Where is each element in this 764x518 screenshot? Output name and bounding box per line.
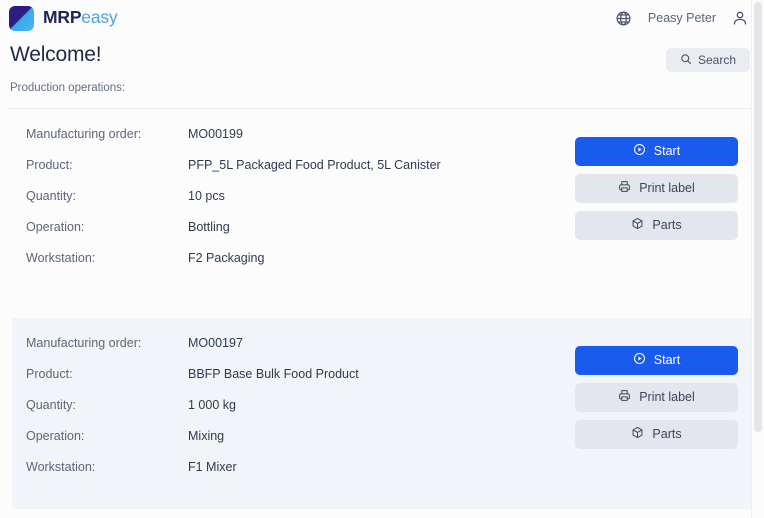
page-title: Welcome!	[10, 43, 102, 66]
operations-list: Manufacturing order: MO00199 Product: PF…	[0, 109, 764, 509]
play-circle-icon	[633, 352, 646, 368]
print-label-button[interactable]: Print label	[575, 382, 738, 412]
welcome-row: Welcome! Search	[0, 36, 764, 72]
search-icon	[680, 53, 692, 68]
operation-actions: Start Print label Parts	[575, 127, 738, 240]
field-quantity: Quantity: 1 000 kg	[26, 398, 575, 429]
field-workstation: Workstation: F1 Mixer	[26, 460, 575, 491]
field-value: 1 000 kg	[188, 397, 236, 412]
field-manufacturing-order: Manufacturing order: MO00197	[26, 336, 575, 367]
mrpeasy-logo-icon	[9, 5, 34, 31]
scrollbar-thumb[interactable]	[754, 2, 762, 432]
start-button[interactable]: Start	[575, 136, 738, 166]
print-label-button-label: Print label	[639, 181, 695, 195]
operation-fields: Manufacturing order: MO00199 Product: PF…	[12, 127, 575, 282]
brand-wordmark: MRPeasy	[43, 7, 118, 28]
page-scrollbar[interactable]	[751, 0, 764, 518]
field-value: Bottling	[188, 219, 230, 234]
field-product: Product: BBFP Base Bulk Food Product	[26, 367, 575, 398]
field-label: Workstation:	[26, 459, 96, 474]
cube-icon	[631, 426, 644, 442]
parts-button-label: Parts	[652, 427, 682, 441]
field-value: 10 pcs	[188, 188, 225, 203]
user-icon[interactable]	[730, 8, 750, 28]
brand-name-primary: MRP	[43, 7, 82, 28]
field-value: F1 Mixer	[188, 459, 237, 474]
field-label: Quantity:	[26, 397, 77, 412]
printer-icon	[618, 389, 631, 405]
field-value: MO00197	[188, 335, 243, 350]
globe-icon[interactable]	[614, 8, 634, 28]
field-label: Operation:	[26, 219, 85, 234]
field-label: Workstation:	[26, 250, 96, 265]
field-value: MO00199	[188, 126, 243, 141]
field-workstation: Workstation: F2 Packaging	[26, 251, 575, 282]
printer-icon	[618, 180, 631, 196]
brand-name-secondary: easy	[81, 7, 118, 28]
parts-button-label: Parts	[652, 218, 682, 232]
app-root: MRPeasy Peasy Peter Welcome! Search Prod…	[0, 0, 764, 518]
start-button-label: Start	[653, 144, 681, 158]
brand-logo[interactable]: MRPeasy	[9, 5, 118, 31]
field-operation: Operation: Mixing	[26, 429, 575, 460]
operation-card[interactable]: Manufacturing order: MO00197 Product: BB…	[12, 317, 752, 509]
start-button[interactable]: Start	[575, 345, 738, 375]
cube-icon	[631, 217, 644, 233]
field-value: Mixing	[188, 428, 225, 443]
field-quantity: Quantity: 10 pcs	[26, 189, 575, 220]
field-value: PFP_5L Packaged Food Product, 5L Caniste…	[188, 157, 441, 172]
parts-button[interactable]: Parts	[575, 210, 738, 240]
field-value: BBFP Base Bulk Food Product	[188, 366, 359, 381]
field-operation: Operation: Bottling	[26, 220, 575, 251]
field-value: F2 Packaging	[188, 250, 265, 265]
field-label: Manufacturing order:	[26, 335, 142, 350]
operation-fields: Manufacturing order: MO00197 Product: BB…	[12, 336, 575, 491]
field-label: Operation:	[26, 428, 85, 443]
field-label: Product:	[26, 157, 73, 172]
top-bar-right: Peasy Peter	[614, 8, 750, 28]
search-button-label: Search	[697, 53, 736, 67]
field-label: Product:	[26, 366, 73, 381]
print-label-button-label: Print label	[639, 390, 695, 404]
field-label: Quantity:	[26, 188, 77, 203]
user-name-label[interactable]: Peasy Peter	[648, 11, 716, 25]
play-circle-icon	[633, 143, 646, 159]
field-label: Manufacturing order:	[26, 126, 142, 141]
field-manufacturing-order: Manufacturing order: MO00199	[26, 127, 575, 158]
operation-card[interactable]: Manufacturing order: MO00199 Product: PF…	[12, 109, 752, 300]
print-label-button[interactable]: Print label	[575, 173, 738, 203]
search-button[interactable]: Search	[665, 48, 750, 72]
top-bar: MRPeasy Peasy Peter	[0, 0, 764, 36]
section-label: Production operations:	[10, 82, 126, 94]
start-button-label: Start	[653, 353, 681, 367]
parts-button[interactable]: Parts	[575, 419, 738, 449]
field-product: Product: PFP_5L Packaged Food Product, 5…	[26, 158, 575, 189]
operation-actions: Start Print label Parts	[575, 336, 738, 449]
